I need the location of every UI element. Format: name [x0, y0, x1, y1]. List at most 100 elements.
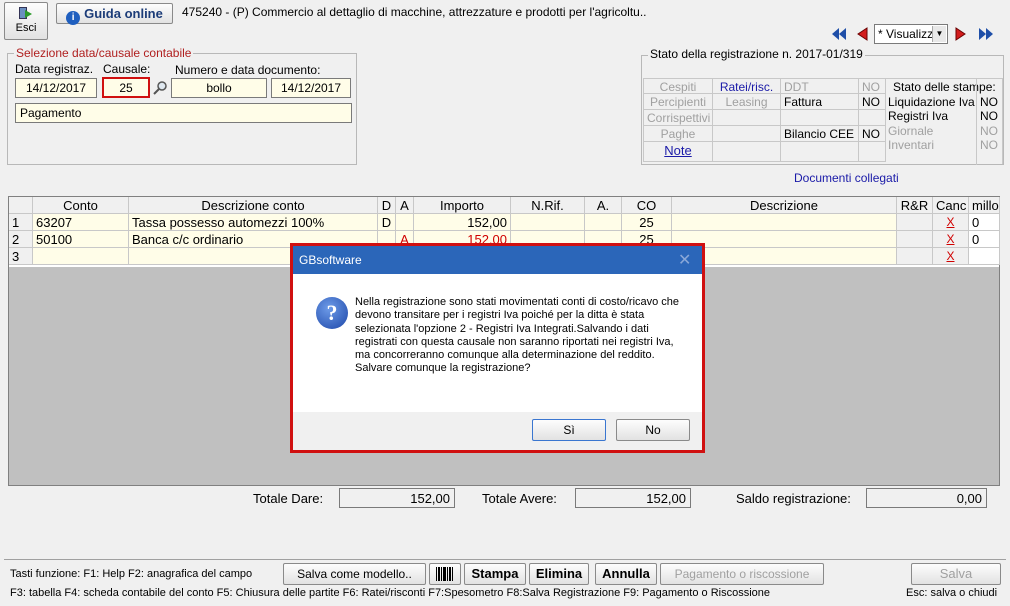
nav-prev-button[interactable]: [854, 25, 870, 43]
a-cell[interactable]: [585, 214, 622, 231]
delete-row-button[interactable]: X: [933, 248, 969, 265]
conto-cell[interactable]: [33, 248, 129, 265]
ddt-label: DDT: [781, 78, 859, 94]
descrizione-cell[interactable]: [672, 231, 897, 248]
view-select[interactable]: * Visualizz ▼: [874, 24, 948, 44]
importo-cell[interactable]: 152,00: [414, 214, 511, 231]
liquidazione-iva-label: Liquidazione Iva: [888, 95, 975, 109]
fattura-label: Fattura: [781, 94, 859, 110]
delete-row-button[interactable]: X: [933, 231, 969, 248]
empty-cell: [713, 142, 781, 162]
registri-iva-label: Registri Iva: [888, 109, 949, 123]
data-registrazione-field[interactable]: 14/12/2017: [15, 78, 97, 98]
causale-label: Causale:: [103, 62, 151, 76]
barcode-button[interactable]: [429, 563, 461, 585]
co-cell[interactable]: 25: [622, 214, 672, 231]
conto-cell[interactable]: 50100: [33, 231, 129, 248]
empty-cell: [859, 142, 886, 162]
view-select-value: * Visualizz: [878, 27, 934, 41]
salva-button[interactable]: Salva: [911, 563, 1001, 585]
grid-header-a: A.: [585, 197, 622, 214]
bilancio-cee-label: Bilancio CEE: [781, 126, 859, 142]
stato-title: Stato della registrazione n. 2017-01/319: [648, 47, 865, 61]
guida-online-button[interactable]: i Guida online: [56, 3, 173, 25]
totale-dare-field: 152,00: [339, 488, 455, 508]
company-title: 475240 - (P) Commercio al dettaglio di m…: [182, 5, 647, 19]
row-number: 3: [9, 248, 33, 265]
millo-cell[interactable]: 0: [969, 214, 1000, 231]
totale-avere-field: 152,00: [575, 488, 691, 508]
descrizione-conto-cell[interactable]: Tassa possesso automezzi 100%: [129, 214, 378, 231]
grid-header-descrizione: Descrizione: [672, 197, 897, 214]
conto-cell[interactable]: 63207: [33, 214, 129, 231]
dialog-title: GBsoftware: [299, 253, 362, 267]
annulla-button[interactable]: Annulla: [595, 563, 657, 585]
close-icon[interactable]: ✕: [678, 250, 691, 270]
millo-cell[interactable]: [969, 248, 1000, 265]
chevron-down-icon: ▼: [932, 26, 946, 42]
esci-button[interactable]: Esci: [4, 2, 48, 40]
note-link[interactable]: Note: [643, 142, 713, 162]
r-and-r-cell[interactable]: [897, 231, 933, 248]
grid-header-n-rif: N.Rif.: [511, 197, 585, 214]
row-number: 2: [9, 231, 33, 248]
no-button[interactable]: No: [616, 419, 690, 441]
grid-header-r-and-r: R&R: [897, 197, 933, 214]
grid-header-row-number: [9, 197, 33, 214]
stampe-title: Stato delle stampe:: [893, 80, 996, 94]
paghe-label: Paghe: [643, 126, 713, 142]
millo-cell[interactable]: 0: [969, 231, 1000, 248]
numero-documento-field[interactable]: bollo: [171, 78, 267, 98]
guida-online-label: Guida online: [84, 6, 163, 21]
dare-cell[interactable]: D: [378, 214, 396, 231]
grid-header-conto: Conto: [33, 197, 129, 214]
giornale-label: Giornale: [888, 124, 934, 138]
salva-come-modello-button[interactable]: Salva come modello..: [283, 563, 426, 585]
delete-row-button[interactable]: X: [933, 214, 969, 231]
totale-dare-label: Totale Dare:: [253, 491, 324, 506]
nav-last-button[interactable]: [976, 25, 996, 43]
info-icon: i: [66, 11, 81, 25]
selection-legend: Selezione data/causale contabile: [14, 46, 194, 60]
search-icon[interactable]: [152, 80, 168, 96]
r-and-r-cell[interactable]: [897, 214, 933, 231]
dialog-titlebar: GBsoftware ✕: [293, 246, 702, 274]
elimina-button[interactable]: Elimina: [529, 563, 589, 585]
giornale-value: NO: [980, 124, 998, 138]
barcode-icon: [436, 567, 453, 581]
causale-field[interactable]: 25: [102, 77, 150, 98]
ddt-value: NO: [859, 78, 886, 94]
data-documento-field[interactable]: 14/12/2017: [271, 78, 351, 98]
stampa-button[interactable]: Stampa: [464, 563, 526, 585]
documenti-collegati-link[interactable]: Documenti collegati: [794, 171, 899, 185]
liquidazione-iva-value: NO: [980, 95, 998, 109]
stampe-panel: Stato delle stampe: Liquidazione Iva NO …: [886, 78, 1003, 165]
yes-button[interactable]: Sì: [532, 419, 606, 441]
grid-header-avere: A: [396, 197, 414, 214]
causale-descrizione-field: Pagamento: [15, 103, 352, 123]
function-keys-line2: F3: tabella F4: scheda contabile del con…: [10, 587, 770, 599]
avere-cell[interactable]: [396, 214, 414, 231]
function-keys-line1: Tasti funzione: F1: Help F2: anagrafica …: [10, 568, 253, 580]
grid-header-descrizione-conto: Descrizione conto: [129, 197, 378, 214]
empty-cell: [781, 142, 859, 162]
bilancio-cee-value: NO: [859, 126, 886, 142]
inventari-label: Inventari: [888, 138, 935, 152]
descrizione-cell[interactable]: [672, 214, 897, 231]
grid-header-co: CO: [622, 197, 672, 214]
empty-cell: [713, 110, 781, 126]
dialog-message: Nella registrazione sono stati movimenta…: [355, 296, 680, 375]
ratei-risconti-label[interactable]: Ratei/risc.: [713, 78, 781, 94]
cespiti-label: Cespiti: [643, 78, 713, 94]
r-and-r-cell[interactable]: [897, 248, 933, 265]
totale-avere-label: Totale Avere:: [482, 491, 557, 506]
data-registrazione-label: Data registraz.: [15, 62, 94, 76]
question-icon: ?: [316, 297, 348, 329]
descrizione-cell[interactable]: [672, 248, 897, 265]
pagamento-riscossione-button[interactable]: Pagamento o riscossione: [660, 563, 824, 585]
nav-first-button[interactable]: [830, 25, 848, 43]
n-rif-cell[interactable]: [511, 214, 585, 231]
nav-next-button[interactable]: [953, 25, 969, 43]
saldo-label: Saldo registrazione:: [736, 491, 851, 506]
empty-cell: [859, 110, 886, 126]
